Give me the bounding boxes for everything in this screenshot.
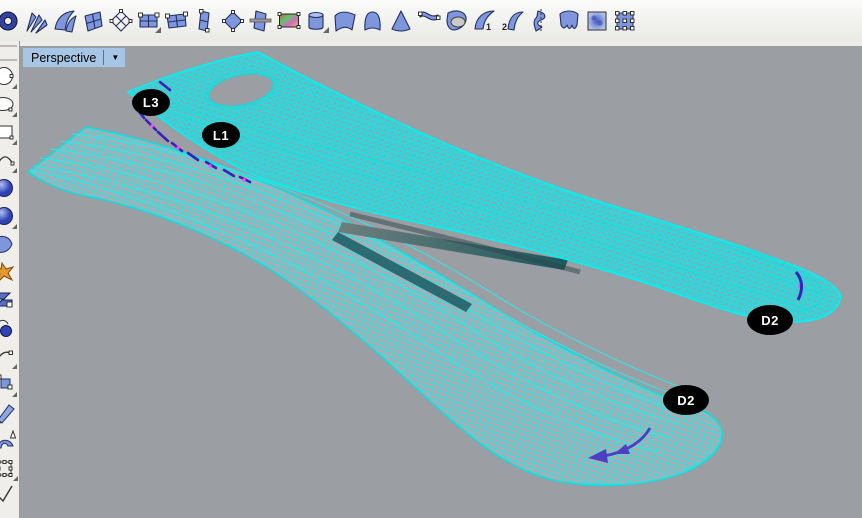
left-toolbar-sliver [0, 41, 20, 518]
check-tool-icon[interactable] [0, 483, 19, 511]
vertical-plane-icon[interactable] [191, 5, 218, 37]
flow-arrow-tool-icon[interactable] [0, 427, 19, 455]
revolve-rail-icon[interactable] [527, 5, 554, 37]
ribbon-curve-icon[interactable] [415, 5, 442, 37]
surface-blend-tool-icon[interactable] [0, 231, 19, 259]
cutting-plane-grid-icon[interactable] [163, 5, 190, 37]
arc-points-tool-icon[interactable] [0, 343, 19, 371]
rectangle-tool-icon[interactable] [0, 119, 19, 147]
heightfield-fuzzy-icon[interactable] [583, 5, 610, 37]
viewport-title-tab[interactable]: Perspective ▼ [23, 48, 125, 67]
plane-z-tool-icon[interactable] [0, 287, 19, 315]
ellipse-tool-icon[interactable] [0, 91, 19, 119]
arc-tool-icon[interactable] [0, 147, 19, 175]
patch-surface-icon[interactable] [443, 5, 470, 37]
loft-rays-icon[interactable] [23, 5, 50, 37]
viewport-title: Perspective [31, 51, 96, 65]
viewport-canvas[interactable]: Perspective ▼ [20, 46, 862, 518]
lattice-tool-icon[interactable] [0, 455, 19, 483]
plane-through-points-icon[interactable] [135, 5, 162, 37]
revolve-dome-icon[interactable] [359, 5, 386, 37]
sphere-alt-tool-icon[interactable] [0, 203, 19, 231]
pencil-curve-tool-icon[interactable] [0, 399, 19, 427]
control-point-tool-icon[interactable] [0, 371, 19, 399]
drape-surface-icon[interactable] [555, 5, 582, 37]
sphere-tool-icon[interactable] [0, 175, 19, 203]
control-point-diamond-icon[interactable] [219, 5, 246, 37]
svg-text:2: 2 [502, 22, 507, 32]
extrude-cylinder-icon[interactable] [303, 5, 330, 37]
scene-3d [20, 46, 862, 518]
surface-edge-curves-icon[interactable] [51, 5, 78, 37]
surface-point-grid-icon[interactable] [107, 5, 134, 37]
viewport-tab-divider [103, 50, 104, 65]
heightfield-image-icon[interactable] [275, 5, 302, 37]
viewport-dropdown-icon[interactable]: ▼ [111, 54, 121, 62]
star-extrude-tool-icon[interactable] [0, 259, 19, 287]
label-dot-L1[interactable]: L1 [202, 122, 240, 148]
blend-surface-icon[interactable]: 2 [499, 5, 526, 37]
lattice-point-grid-icon[interactable] [611, 5, 638, 37]
toolbar-grip[interactable] [0, 45, 17, 61]
surface-network-icon[interactable] [79, 5, 106, 37]
label-dot-L3[interactable]: L3 [132, 89, 170, 116]
fillet-surface-icon[interactable]: 1 [471, 5, 498, 37]
clipping-plane-icon[interactable] [247, 5, 274, 37]
svg-text:1: 1 [486, 22, 491, 32]
work-area: Perspective ▼ [0, 41, 862, 518]
surface-toolbar: 1 2 [0, 0, 862, 42]
surface-corner-points-icon[interactable] [0, 5, 22, 37]
label-dot-D2-upper[interactable]: D2 [747, 305, 793, 335]
sweep-surface-icon[interactable] [331, 5, 358, 37]
point-tool-icon[interactable] [0, 315, 19, 343]
label-dot-D2-lower[interactable]: D2 [663, 385, 709, 415]
circle-tool-icon[interactable] [0, 63, 19, 91]
extrude-to-point-icon[interactable] [387, 5, 414, 37]
